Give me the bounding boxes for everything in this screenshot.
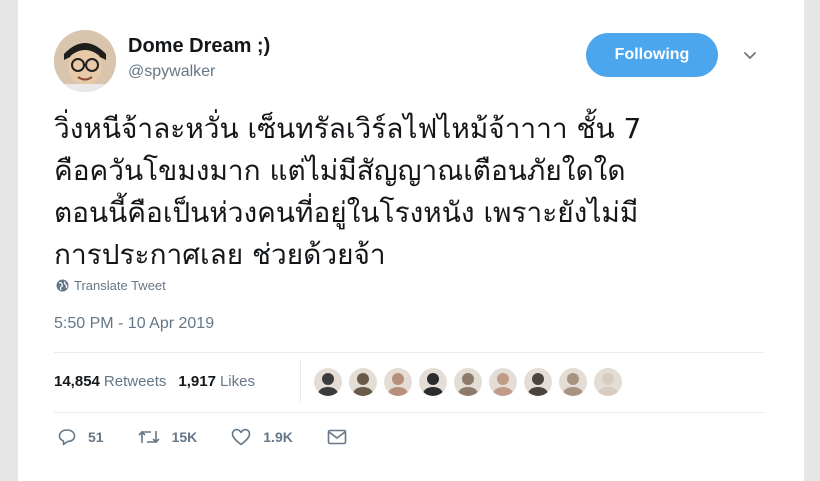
following-button[interactable]: Following xyxy=(586,33,718,77)
retweets-stat[interactable]: 14,854 Retweets xyxy=(54,373,166,390)
tweet-timestamp[interactable]: 5:50 PM - 10 Apr 2019 xyxy=(54,315,214,333)
liker-avatars xyxy=(314,368,629,396)
display-name[interactable]: Dome Dream ;) xyxy=(128,35,270,58)
reply-count: 51 xyxy=(88,429,104,445)
chevron-down-icon[interactable] xyxy=(742,48,758,64)
heart-icon xyxy=(231,428,251,446)
liker-avatar[interactable] xyxy=(419,368,447,396)
translate-label: Translate Tweet xyxy=(74,278,166,293)
retweets-count: 14,854 xyxy=(54,373,100,390)
divider xyxy=(54,412,764,413)
avatar[interactable] xyxy=(54,30,116,92)
tweet-line: การประกาศเลย ช่วยด้วยจ้า xyxy=(54,238,386,271)
tweet-line: คือควันโขมงมาก แต่ไม่มีสัญญาณเตือนภัยใดใ… xyxy=(54,154,626,187)
liker-avatar[interactable] xyxy=(489,368,517,396)
liker-avatar[interactable] xyxy=(454,368,482,396)
tweet-line: ตอนนี้คือเป็นห่วงคนที่อยู่ในโรงหนัง เพรา… xyxy=(54,196,639,229)
liker-avatar[interactable] xyxy=(349,368,377,396)
likes-label: Likes xyxy=(219,373,255,390)
like-button[interactable]: 1.9K xyxy=(231,428,293,446)
like-count: 1.9K xyxy=(263,429,293,445)
avatar-person-glasses-icon xyxy=(54,30,116,92)
envelope-icon xyxy=(327,429,347,445)
liker-avatar[interactable] xyxy=(524,368,552,396)
tweet-text: วิ่งหนีจ้าละหวั่น เซ็นทรัลเวิร์ลไฟไหม้จ้… xyxy=(54,108,774,276)
retweet-count: 15K xyxy=(171,429,198,445)
translate-tweet-link[interactable]: Translate Tweet xyxy=(56,278,166,293)
tweet-actions: 51 15K 1.9K xyxy=(58,428,393,446)
divider xyxy=(54,352,764,353)
liker-avatar[interactable] xyxy=(559,368,587,396)
user-handle[interactable]: @spywalker xyxy=(128,63,215,81)
liker-avatar[interactable] xyxy=(594,368,622,396)
reply-icon xyxy=(58,429,76,446)
direct-message-button[interactable] xyxy=(327,429,359,445)
liker-avatar[interactable] xyxy=(384,368,412,396)
tweet-line: วิ่งหนีจ้าละหวั่น เซ็นทรัลเวิร์ลไฟไหม้จ้… xyxy=(54,112,642,145)
tweet-stats: 14,854 Retweets 1,917 Likes xyxy=(54,373,267,390)
retweet-icon xyxy=(138,430,160,444)
stats-separator xyxy=(300,360,301,402)
retweet-button[interactable]: 15K xyxy=(138,428,198,446)
tweet-card: Dome Dream ;) @spywalker Following วิ่งห… xyxy=(18,0,804,481)
likes-count: 1,917 xyxy=(178,373,216,390)
retweets-label: Retweets xyxy=(103,373,167,390)
likes-stat[interactable]: 1,917 Likes xyxy=(178,373,255,390)
globe-icon xyxy=(56,279,69,292)
reply-button[interactable]: 51 xyxy=(58,428,104,446)
liker-avatar[interactable] xyxy=(314,368,342,396)
